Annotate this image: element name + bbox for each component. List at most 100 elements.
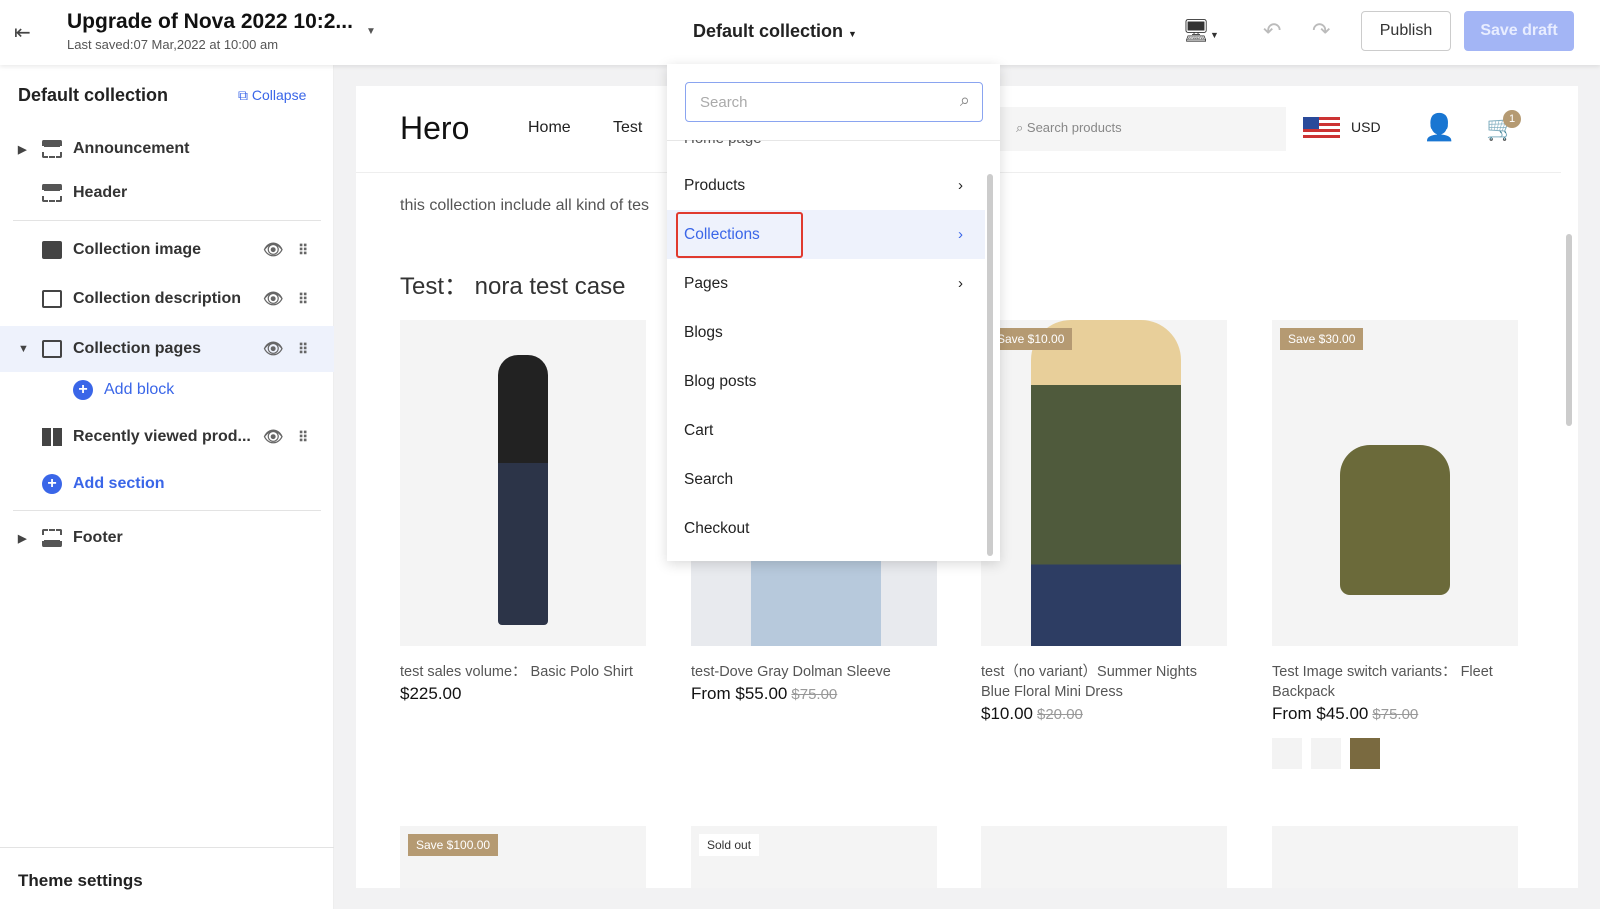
product-image[interactable]: Save $100.00 (400, 826, 646, 888)
drag-handle-icon[interactable]: ⠿ (298, 291, 308, 308)
eye-icon[interactable]: 👁 (263, 427, 283, 447)
collection-selector[interactable]: Default collection ▼ (693, 21, 857, 42)
plus-circle-icon: + (42, 474, 62, 494)
sidebar-item-header[interactable]: Header (0, 170, 334, 216)
dropdown-item-cart[interactable]: Cart (667, 406, 985, 455)
account-icon[interactable]: 👤 (1423, 112, 1455, 143)
product-price: $225.00 (400, 684, 462, 703)
product-card[interactable]: Save $10.00 test（no variant）Summer Nights… (981, 320, 1227, 724)
sidebar-item-collection-pages[interactable]: ▼ Collection pages 👁 ⠿ (0, 326, 334, 372)
sidebar-item-label: Header (73, 184, 128, 201)
save-badge: Save $10.00 (989, 328, 1073, 350)
save-badge: Save $100.00 (408, 834, 499, 856)
undo-icon[interactable]: ↶ (1263, 18, 1281, 44)
product-name[interactable]: test-Dove Gray Dolman Sleeve (691, 662, 937, 682)
product-image[interactable]: Sold out (691, 826, 937, 888)
chevron-right-icon: › (958, 275, 963, 292)
product-image[interactable]: Save $10.00 (981, 320, 1227, 646)
product-card[interactable]: test sales volume： Basic Polo Shirt $225.… (400, 320, 646, 704)
nav-test[interactable]: Test (613, 119, 642, 137)
search-icon: ⌕ (1016, 120, 1027, 135)
variant-swatch[interactable] (1272, 738, 1302, 769)
product-image[interactable] (1272, 826, 1518, 888)
add-block-button[interactable]: + Add block (0, 367, 334, 413)
cart-count-badge: 1 (1503, 110, 1521, 128)
variant-swatch[interactable] (1350, 738, 1380, 769)
sold-out-badge: Sold out (699, 834, 760, 856)
theme-settings[interactable]: Theme settings (18, 871, 143, 891)
search-placeholder: Search products (1026, 120, 1122, 135)
theme-title: Upgrade of Nova 2022 10:2... (67, 10, 353, 33)
gallery-icon (42, 290, 62, 308)
last-saved: Last saved:07 Mar,2022 at 10:00 am (67, 37, 279, 52)
product-card[interactable] (981, 826, 1227, 888)
store-logo[interactable]: Hero (400, 110, 469, 147)
publish-button[interactable]: Publish (1361, 11, 1451, 51)
product-search-input[interactable]: ⌕ Search products (996, 107, 1286, 151)
us-flag-icon[interactable] (1303, 117, 1340, 139)
product-name[interactable]: test（no variant）Summer Nights Blue Flora… (981, 662, 1227, 702)
dropdown-search-input[interactable]: Search ⌕ (685, 82, 983, 122)
chevron-down-icon: ▼ (848, 29, 857, 39)
sidebar-item-collection-image[interactable]: Collection image 👁 ⠿ (0, 227, 334, 273)
save-draft-button[interactable]: Save draft (1464, 11, 1574, 51)
product-card[interactable]: Save $100.00 (400, 826, 646, 888)
dropdown-item-blogs[interactable]: Blogs (667, 308, 985, 357)
chevron-right-icon: › (958, 177, 963, 194)
eye-icon[interactable]: 👁 (263, 240, 283, 260)
drag-handle-icon[interactable]: ⠿ (298, 341, 308, 358)
product-card[interactable] (1272, 826, 1518, 888)
caret-right-icon[interactable]: ▶ (18, 532, 26, 545)
drag-handle-icon[interactable]: ⠿ (298, 242, 308, 259)
eye-icon[interactable]: 👁 (263, 339, 283, 359)
sidebar-item-label: Add section (73, 475, 165, 492)
variant-swatch[interactable] (1311, 738, 1341, 769)
chevron-down-icon[interactable]: ▼ (366, 26, 376, 37)
product-name[interactable]: Test Image switch variants： Fleet Backpa… (1272, 662, 1518, 702)
eye-icon[interactable]: 👁 (263, 289, 283, 309)
collection-heading: Test： nora test case (400, 273, 626, 300)
sidebar-item-label: Collection description (73, 290, 242, 307)
drag-handle-icon[interactable]: ⠿ (298, 429, 308, 446)
dropdown-item-checkout[interactable]: Checkout (667, 504, 985, 553)
product-price: $10.00 $20.00 (981, 704, 1083, 723)
nav-home[interactable]: Home (528, 119, 571, 137)
redo-icon[interactable]: ↷ (1312, 18, 1330, 44)
sidebar-item-label: Add block (104, 381, 175, 398)
collection-dropdown: Search ⌕ Home page Products › Collections ›… (667, 64, 1000, 561)
product-card[interactable]: Sold out (691, 826, 937, 888)
product-image[interactable]: Save $30.00 (1272, 320, 1518, 646)
collapse-icon: ⧉ (238, 87, 248, 103)
product-name[interactable]: test sales volume： Basic Polo Shirt (400, 662, 646, 682)
sidebar-item-collection-description[interactable]: Collection description 👁 ⠿ (0, 276, 334, 322)
desktop-icon[interactable]: 🖥▼ (1182, 18, 1219, 44)
dropdown-item-blog-posts[interactable]: Blog posts (667, 357, 985, 406)
dropdown-item-products[interactable]: Products › (667, 161, 985, 210)
footer-icon (42, 529, 62, 547)
add-section-button[interactable]: + Add section (0, 461, 334, 507)
sidebar-item-recently-viewed[interactable]: Recently viewed prod... 👁 ⠿ (0, 414, 334, 460)
collapse-button[interactable]: ⧉ Collapse (238, 87, 306, 104)
caret-right-icon[interactable]: ▶ (18, 143, 26, 156)
product-image[interactable] (400, 320, 646, 646)
currency-selector[interactable]: USD (1351, 119, 1381, 135)
preview-scrollbar[interactable] (1566, 234, 1572, 426)
collapse-label: Collapse (251, 87, 307, 103)
dropdown-item-home-page[interactable]: Home page (684, 140, 762, 147)
save-badge: Save $30.00 (1280, 328, 1364, 350)
grid-icon (42, 428, 62, 446)
product-card[interactable]: Save $30.00 Test Image switch variants： F… (1272, 320, 1518, 769)
divider (0, 847, 334, 848)
sidebar-item-footer[interactable]: ▶ Footer (0, 515, 334, 561)
chevron-right-icon: › (958, 226, 963, 243)
dropdown-item-pages[interactable]: Pages › (667, 259, 985, 308)
exit-icon[interactable]: ⇤ (14, 20, 31, 45)
product-image[interactable] (981, 826, 1227, 888)
image-icon (42, 241, 62, 259)
top-bar: ⇤ Upgrade of Nova 2022 10:2... Last save… (0, 0, 1600, 65)
dropdown-scrollbar[interactable] (987, 174, 993, 556)
sidebar-item-announcement[interactable]: ▶ Announcement (0, 126, 334, 172)
caret-down-icon[interactable]: ▼ (18, 343, 29, 355)
collection-selector-label: Default collection (693, 21, 844, 41)
dropdown-item-search[interactable]: Search (667, 455, 985, 504)
